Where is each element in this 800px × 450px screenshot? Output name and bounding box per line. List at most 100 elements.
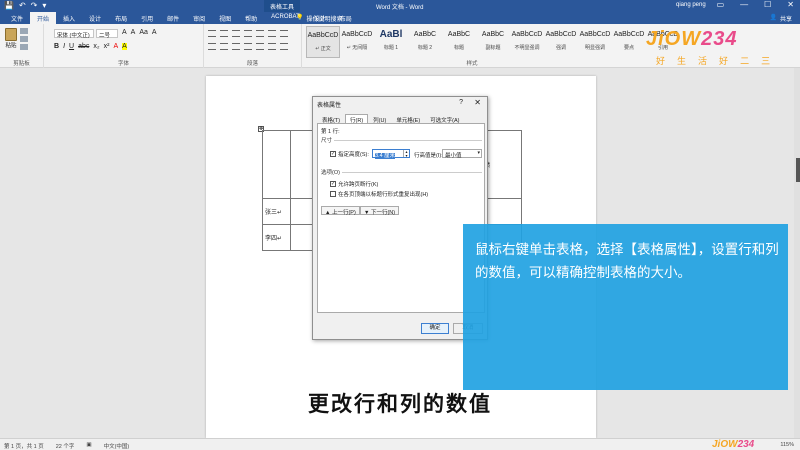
ribbon-display-icon[interactable]: ▭ <box>717 0 725 9</box>
window-buttons: ▭ — ☐ ✕ <box>717 0 794 9</box>
ribbon-tab[interactable]: 开始 <box>30 12 57 24</box>
language-indicator[interactable]: 中文(中国) <box>104 442 130 450</box>
close-icon[interactable]: ✕ <box>787 0 794 9</box>
format-painter-icon[interactable] <box>20 44 28 50</box>
ribbon-tab[interactable]: 文件 <box>4 12 30 24</box>
style-name: 强调 <box>555 45 566 51</box>
ribbon-tab[interactable]: 布局 <box>108 12 134 24</box>
proofing-icon[interactable]: ▣ <box>86 442 91 450</box>
superscript-button[interactable]: x² <box>104 43 110 50</box>
style-item[interactable]: AaBbCcD ↵ 无间隔 <box>340 26 374 58</box>
save-icon[interactable]: 💾 <box>4 1 14 10</box>
undo-icon[interactable]: ↶ <box>19 1 26 10</box>
paste-button[interactable]: 粘贴 <box>4 28 18 49</box>
ribbon-tab[interactable]: 引用 <box>134 12 160 24</box>
font-name-select[interactable]: 宋体 (中文正) <box>54 29 94 39</box>
strikethrough-button[interactable]: abc <box>78 43 89 50</box>
share-button[interactable]: 👤 共享 <box>770 14 793 23</box>
tell-me-box[interactable]: 💡 操作说明搜索 <box>296 14 343 23</box>
subscript-button[interactable]: x₂ <box>93 43 99 50</box>
word-count[interactable]: 22 个字 <box>56 442 75 450</box>
sort-icon[interactable] <box>268 30 276 37</box>
ribbon-tab[interactable]: 邮件 <box>160 12 186 24</box>
align-center-icon[interactable] <box>220 43 228 50</box>
maximize-icon[interactable]: ☐ <box>764 0 771 9</box>
redo-icon[interactable]: ↷ <box>31 1 38 10</box>
style-sample: AaBbC <box>413 31 437 38</box>
height-value-input[interactable]: 3.4 厘米 ▴ ▾ <box>372 149 410 159</box>
underline-button[interactable]: U <box>69 43 74 50</box>
table-cell[interactable] <box>262 130 291 199</box>
specify-height-checkbox[interactable]: ✓ 指定高度(S): <box>330 150 369 158</box>
bullets-icon[interactable] <box>208 30 216 37</box>
show-marks-icon[interactable] <box>280 30 288 37</box>
font-color-button[interactable]: A <box>113 43 118 50</box>
style-sample: AaBbCcD <box>545 31 577 38</box>
copy-icon[interactable] <box>20 36 28 42</box>
allow-break-checkbox[interactable]: ✓ 允许跨页断行(K) <box>330 180 378 188</box>
multilevel-list-icon[interactable] <box>232 30 240 37</box>
ribbon-tab[interactable]: 设计 <box>82 12 108 24</box>
style-item[interactable]: AaBl 标题 1 <box>374 26 408 58</box>
grow-font-button[interactable]: A <box>122 29 127 36</box>
style-item[interactable]: AaBbC 副标题 <box>476 26 510 58</box>
borders-icon[interactable] <box>280 43 288 50</box>
customize-toolbar-icon[interactable]: ▾ <box>42 1 46 10</box>
ok-button[interactable]: 确定 <box>421 323 449 334</box>
shrink-font-button[interactable]: A <box>131 29 136 36</box>
minimize-icon[interactable]: — <box>740 0 748 9</box>
row-height-option: 最小值 <box>445 153 462 159</box>
style-item[interactable]: AaBbC 标题 2 <box>408 26 442 58</box>
row-height-select[interactable]: 最小值 ▾ <box>442 149 482 159</box>
align-right-icon[interactable] <box>232 43 240 50</box>
italic-button[interactable]: I <box>63 43 65 50</box>
style-item[interactable]: AaBbCcD ↵ 正文 <box>306 26 340 58</box>
table-row-name[interactable]: 张三↵ <box>262 198 291 225</box>
numbering-icon[interactable] <box>220 30 228 37</box>
scrollbar-thumb[interactable] <box>796 158 800 182</box>
style-sample: AaBl <box>379 29 403 40</box>
logo-subtext: 好生活好二三 <box>656 56 771 66</box>
ribbon-tab[interactable]: 审阅 <box>186 12 212 24</box>
style-item[interactable]: AaBbCcD 明显强调 <box>578 26 612 58</box>
logo-text: JiOW234 <box>646 28 738 50</box>
justify-icon[interactable] <box>244 43 252 50</box>
style-item[interactable]: AaBbCcD 要点 <box>612 26 646 58</box>
decrease-indent-icon[interactable] <box>244 30 252 37</box>
spin-arrows-icon[interactable]: ▴ ▾ <box>403 150 409 157</box>
highlight-button[interactable]: A <box>122 43 127 50</box>
bold-button[interactable]: B <box>54 43 59 50</box>
site-logo: JiOW234 好生活好二三 <box>646 28 776 68</box>
shading-icon[interactable] <box>268 43 276 50</box>
align-left-icon[interactable] <box>208 43 216 50</box>
dialog-close-button[interactable]: ✕ <box>474 98 481 107</box>
page-count[interactable]: 第 1 页，共 1 页 <box>4 442 44 450</box>
title-bar: 💾 ↶ ↷ ▾ 表格工具 Word 文档 - Word qiang peng ▭… <box>0 0 800 12</box>
cut-icon[interactable] <box>20 28 28 34</box>
style-item[interactable]: AaBbCcD 强调 <box>544 26 578 58</box>
clear-format-button[interactable]: A <box>152 29 157 36</box>
tutorial-overlay: 鼠标右键单击表格，选择【表格属性】，设置行和列的数值，可以精确控制表格的大小。 <box>463 224 788 390</box>
help-button[interactable]: ? <box>459 99 463 106</box>
style-item[interactable]: AaBbC 标题 <box>442 26 476 58</box>
font-group: 宋体 (中文正) 二号 A A Aa A B I U abc x₂ x² A A… <box>44 24 204 68</box>
ribbon-tab[interactable]: 插入 <box>56 12 82 24</box>
ribbon-tab[interactable]: 视图 <box>212 12 238 24</box>
zoom-level[interactable]: 115% <box>780 442 794 448</box>
table-row-name[interactable]: 李四↵ <box>262 224 291 251</box>
line-spacing-icon[interactable] <box>256 43 264 50</box>
font-size-select[interactable]: 二号 <box>96 29 118 39</box>
vertical-scrollbar[interactable] <box>794 68 800 438</box>
style-item[interactable]: AaBbCcD 不明显强调 <box>510 26 544 58</box>
repeat-header-checkbox[interactable]: 在各页顶端以标题行形式重复出现(H) <box>330 190 428 198</box>
status-bar: 第 1 页，共 1 页 22 个字 ▣ 中文(中国) JiOW234 115% <box>0 438 800 450</box>
change-case-button[interactable]: Aa <box>139 29 148 36</box>
ribbon-tab[interactable]: 帮助 <box>238 12 264 24</box>
next-row-button[interactable]: ▼ 下一行(N) <box>360 206 400 216</box>
tell-me-label: 操作说明搜索 <box>306 17 343 23</box>
style-name: 要点 <box>623 45 634 51</box>
dialog-body: 第 1 行: 尺寸 ✓ 指定高度(S): 3.4 厘米 ▴ ▾ 行高值是(I): … <box>317 123 485 313</box>
user-name[interactable]: qiang peng <box>676 2 706 8</box>
increase-indent-icon[interactable] <box>256 30 264 37</box>
previous-row-button[interactable]: ▲ 上一行(P) <box>321 206 360 216</box>
